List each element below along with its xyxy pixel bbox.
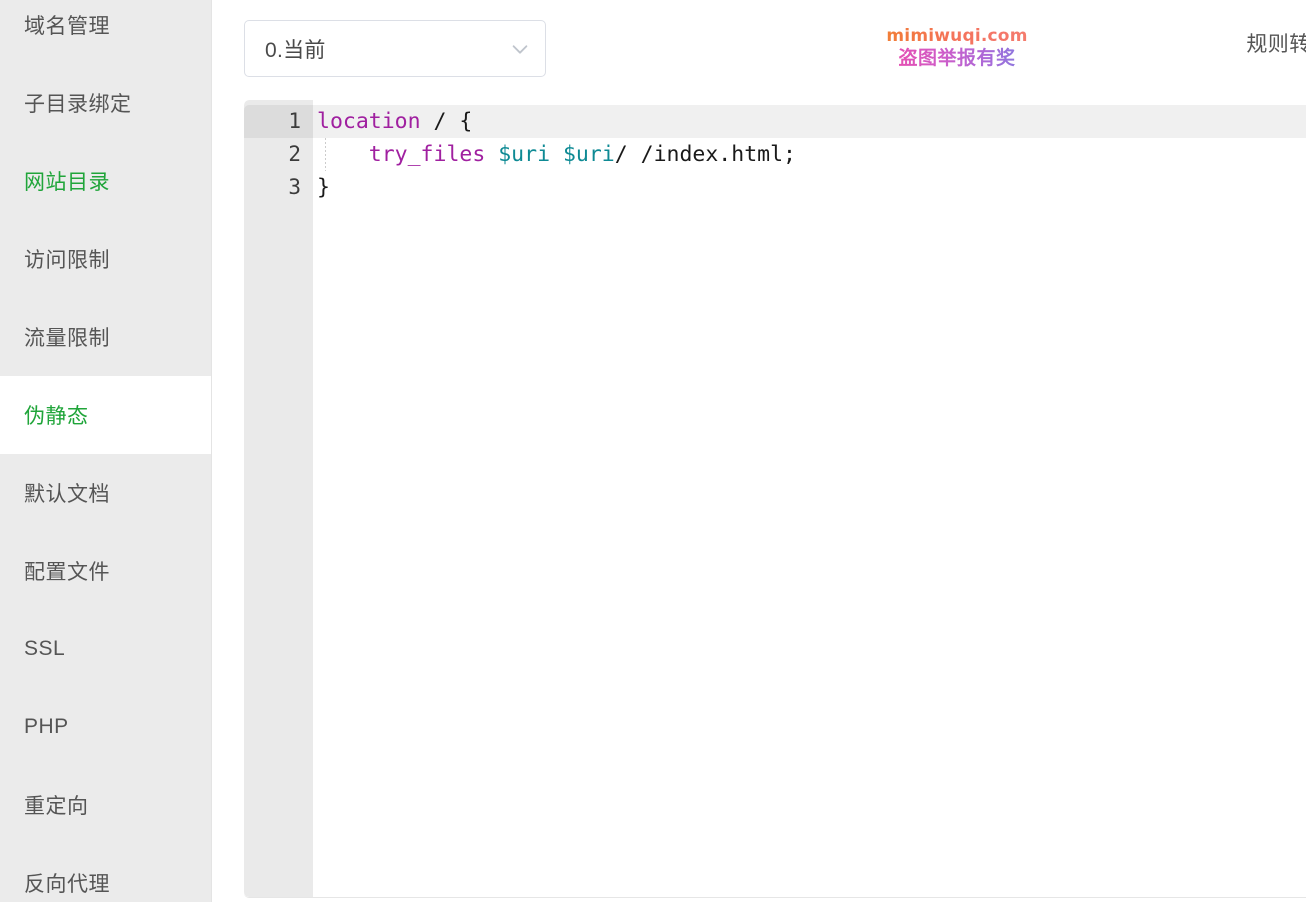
code-token-var: $uri: [498, 142, 551, 167]
watermark-notice: 盗图举报有奖: [857, 46, 1057, 70]
sidebar-item-label: 流量限制: [24, 327, 110, 350]
rule-preset-select[interactable]: 0.当前: [244, 20, 546, 77]
editor-gutter: 1 2 3: [244, 100, 313, 897]
watermark-domain: mimiwuqi.com: [857, 26, 1057, 46]
code-token-kw: try_files: [368, 142, 486, 167]
sidebar-item-6[interactable]: 伪静态: [0, 376, 211, 454]
sidebar-item-12[interactable]: 反向代理: [0, 844, 211, 902]
chevron-down-icon: [509, 38, 531, 60]
pseudo-static-code-editor[interactable]: 123 location / { try_files $uri $uri/ /i…: [244, 100, 1306, 898]
sidebar-item-label: 默认文档: [24, 483, 110, 506]
sidebar-item-9[interactable]: SSL: [0, 610, 211, 688]
code-token-kw: location: [317, 109, 421, 134]
sidebar-item-1[interactable]: 域名管理: [0, 0, 211, 64]
rule-convert-link[interactable]: 规则转换: [1246, 28, 1306, 58]
sidebar-item-label: 伪静态: [24, 405, 89, 428]
line-number: 1: [288, 109, 301, 133]
watermark: mimiwuqi.com 盗图举报有奖: [857, 26, 1057, 70]
sidebar-item-label: 重定向: [24, 795, 89, 818]
sidebar-item-11[interactable]: 重定向: [0, 766, 211, 844]
sidebar-item-3[interactable]: 网站目录: [0, 142, 211, 220]
code-line[interactable]: try_files $uri $uri/ /index.html;: [313, 138, 796, 171]
sidebar-item-label: 反向代理: [24, 873, 110, 896]
code-token-plain: / /index.html;: [614, 142, 796, 167]
sidebar-item-10[interactable]: PHP: [0, 688, 211, 766]
sidebar-item-2[interactable]: 子目录绑定: [0, 64, 211, 142]
line-number: 2: [288, 142, 301, 166]
code-token-var: $uri: [562, 142, 615, 167]
sidebar-item-4[interactable]: 访问限制: [0, 220, 211, 298]
code-line[interactable]: location / {: [313, 105, 472, 138]
code-line[interactable]: }: [313, 171, 330, 204]
sidebar-item-8[interactable]: 配置文件: [0, 532, 211, 610]
editor-code-area[interactable]: location / { try_files $uri $uri/ /index…: [313, 100, 1306, 897]
rule-preset-select-value: 0.当前: [265, 38, 326, 62]
page-root: 域名管理子目录绑定网站目录访问限制流量限制伪静态默认文档配置文件 SSL PHP 重定…: [0, 0, 1306, 902]
sidebar-item-label: 域名管理: [24, 15, 110, 38]
sidebar-item-label: SSL: [24, 637, 66, 660]
sidebar-item-label: 子目录绑定: [24, 93, 132, 116]
line-number: 3: [288, 175, 301, 199]
sidebar-item-label: 配置文件: [24, 561, 110, 584]
sidebar-item-label: 网站目录: [24, 171, 110, 194]
sidebar-item-label: PHP: [24, 715, 69, 738]
sidebar-item-7[interactable]: 默认文档: [0, 454, 211, 532]
code-token-plain: }: [317, 175, 330, 200]
sidebar: 域名管理子目录绑定网站目录访问限制流量限制伪静态默认文档配置文件 SSL PHP 重定…: [0, 0, 212, 902]
sidebar-item-label: 访问限制: [24, 249, 110, 272]
code-token-plain: / {: [420, 109, 473, 134]
sidebar-item-5[interactable]: 流量限制: [0, 298, 211, 376]
toolbar: 0.当前 mimiwuqi.com 盗图举报有奖 规则转换: [212, 0, 1306, 98]
